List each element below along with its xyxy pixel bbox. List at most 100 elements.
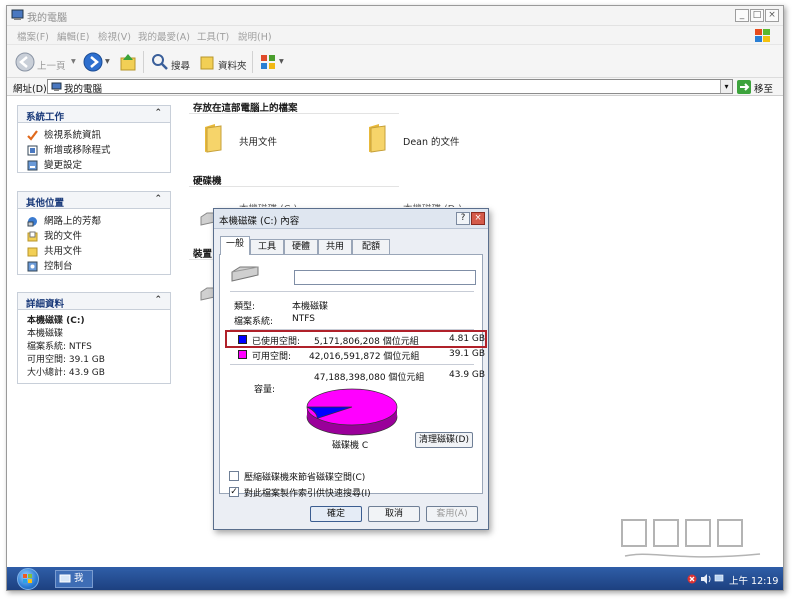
network-tray-icon[interactable] (714, 574, 724, 584)
volume-name-input[interactable] (294, 270, 476, 285)
drive-c-label-partial[interactable]: 本機磁碟 (C:) (239, 201, 297, 207)
compress-checkbox[interactable] (229, 471, 239, 481)
free-color-swatch (238, 350, 247, 359)
maximize-button[interactable]: □ (750, 9, 764, 22)
security-shield-icon[interactable] (687, 574, 697, 584)
control-panel-icon (27, 160, 38, 171)
used-bytes: 5,171,806,208 個位元組 (314, 337, 419, 347)
sidebar-item-label: 共用文件 (44, 246, 83, 257)
cancel-button[interactable]: 取消 (368, 506, 420, 522)
general-tab-panel: 類型: 本機磁碟 檔案系統: NTFS 已使用空間: 5,171,806,208… (219, 254, 487, 494)
folder-shared-documents[interactable]: 共用文件 (239, 134, 277, 148)
taskbar-item-my-computer[interactable]: 我 (55, 570, 93, 588)
menu-file[interactable]: 檔案(F) (17, 29, 49, 43)
back-label[interactable]: 上一頁 (37, 58, 66, 72)
section-removable-title: 裝置 (193, 249, 213, 260)
checkmark-icon (27, 130, 38, 141)
start-button[interactable] (17, 568, 39, 590)
capacity-bytes: 47,188,398,080 個位元組 (314, 373, 425, 383)
my-computer-icon (51, 82, 62, 91)
drive-d-label-partial[interactable]: 本機磁碟 (D:) (403, 201, 462, 207)
volume-icon[interactable] (700, 574, 712, 584)
close-button[interactable]: × (765, 9, 779, 22)
back-dropdown-icon[interactable]: ▾ (71, 56, 76, 67)
folders-button[interactable]: 資料夾 (218, 58, 247, 72)
dialog-title: 本機磁碟 (C:) 內容 (214, 209, 488, 229)
folder-dean-documents[interactable]: Dean 的文件 (403, 134, 460, 148)
details-header[interactable]: 詳細資料 ⌃ (18, 293, 170, 310)
apply-button[interactable]: 套用(A) (426, 506, 478, 522)
folder-icon[interactable] (365, 123, 389, 153)
type-value: 本機磁碟 (292, 302, 329, 312)
menu-tools[interactable]: 工具(T) (197, 29, 229, 43)
tab-general[interactable]: 一般 (220, 236, 250, 255)
used-color-swatch (238, 335, 247, 344)
section-files-title: 存放在這部電腦上的檔案 (193, 103, 298, 114)
sidebar-item-settings[interactable]: 變更設定 (18, 158, 170, 173)
details-title: 詳細資料 (26, 299, 65, 310)
filesystem-label: 檔案系統: (234, 317, 274, 327)
collapse-icon[interactable]: ⌃ (154, 194, 162, 204)
collapse-icon[interactable]: ⌃ (154, 295, 162, 305)
title-bar: 我的電腦 _ □ × (7, 6, 783, 26)
address-field[interactable]: 我的電腦 ▾ (47, 79, 733, 95)
sidebar-item-system-info[interactable]: 檢視系統資訊 (18, 128, 170, 143)
views-icon[interactable] (259, 53, 277, 71)
explorer-window: 我的電腦 _ □ × 檔案(F) 編輯(E) 檢視(V) 我的最愛(A) 工具(… (6, 5, 784, 591)
index-label: 對此檔案製作索引供快速搜尋(I) (244, 489, 371, 499)
tab-sharing[interactable]: 共用 (318, 239, 352, 254)
menu-help[interactable]: 說明(H) (238, 29, 272, 43)
index-checkbox[interactable]: ✓ (229, 487, 239, 497)
address-dropdown-icon[interactable]: ▾ (720, 80, 732, 93)
documents-folder-icon (27, 231, 38, 242)
go-arrow-icon[interactable] (737, 80, 751, 94)
ok-button[interactable]: 確定 (310, 506, 362, 522)
folder-icon[interactable] (201, 123, 225, 153)
minimize-button[interactable]: _ (735, 9, 749, 22)
menu-view[interactable]: 檢視(V) (98, 29, 131, 43)
back-icon[interactable] (15, 52, 35, 72)
sidebar-item-add-remove[interactable]: 新增或移除程式 (18, 143, 170, 158)
disk-cleanup-button[interactable]: 清理磁碟(D) (415, 432, 473, 448)
sidebar-item-my-documents[interactable]: 我的文件 (18, 229, 170, 244)
details-panel: 詳細資料 ⌃ 本機磁碟 (C:) 本機磁碟 檔案系統: NTFS 可用空間: 39… (17, 292, 171, 384)
clock[interactable]: 上午 12:19 (729, 573, 778, 587)
compress-label: 壓縮磁碟機來節省磁碟空間(C) (244, 473, 366, 483)
sidebar-item-label: 控制台 (44, 261, 73, 272)
other-places-panel: 其他位置 ⌃ 網路上的芳鄰 我的文件 共用文件 控制台 (17, 191, 171, 275)
free-bytes: 42,016,591,872 個位元組 (309, 352, 420, 362)
control-panel-icon (27, 261, 38, 272)
search-icon[interactable] (151, 53, 169, 71)
tab-tools[interactable]: 工具 (250, 239, 284, 254)
forward-dropdown-icon[interactable]: ▾ (105, 56, 110, 67)
menu-edit[interactable]: 編輯(E) (57, 29, 89, 43)
window-title: 我的電腦 (27, 13, 67, 24)
menu-favorites[interactable]: 我的最愛(A) (138, 29, 190, 43)
up-folder-icon[interactable] (119, 52, 137, 72)
capacity-label: 容量: (254, 385, 276, 395)
sidebar-item-shared-documents[interactable]: 共用文件 (18, 244, 170, 259)
windows-logo-icon (23, 574, 32, 583)
sidebar-item-network[interactable]: 網路上的芳鄰 (18, 214, 170, 229)
help-button[interactable]: ? (456, 212, 470, 225)
my-computer-icon (59, 574, 71, 583)
system-tasks-header[interactable]: 系統工作 ⌃ (18, 106, 170, 123)
go-button[interactable]: 移至 (754, 81, 773, 95)
sidebar-item-control-panel[interactable]: 控制台 (18, 259, 170, 274)
address-label: 網址(D) (13, 84, 47, 95)
dialog-close-button[interactable]: × (471, 212, 485, 225)
drive-caption: 磁碟機 C (332, 441, 369, 451)
folders-icon[interactable] (199, 53, 215, 71)
hard-drive-icon (231, 266, 259, 282)
system-tasks-panel: 系統工作 ⌃ 檢視系統資訊 新增或移除程式 變更設定 (17, 105, 171, 173)
views-dropdown-icon[interactable]: ▾ (279, 56, 284, 67)
used-label: 已使用空間: (252, 337, 301, 347)
properties-dialog: 本機磁碟 (C:) 內容 ? × 一般 工具 硬體 共用 配額 類型: 本機磁碟… (213, 208, 489, 530)
collapse-icon[interactable]: ⌃ (154, 108, 162, 118)
details-type: 本機磁碟 (27, 329, 64, 339)
tab-hardware[interactable]: 硬體 (284, 239, 318, 254)
tab-quota[interactable]: 配額 (352, 239, 390, 254)
search-button[interactable]: 搜尋 (171, 58, 190, 72)
forward-icon[interactable] (83, 52, 103, 72)
other-places-header[interactable]: 其他位置 ⌃ (18, 192, 170, 209)
